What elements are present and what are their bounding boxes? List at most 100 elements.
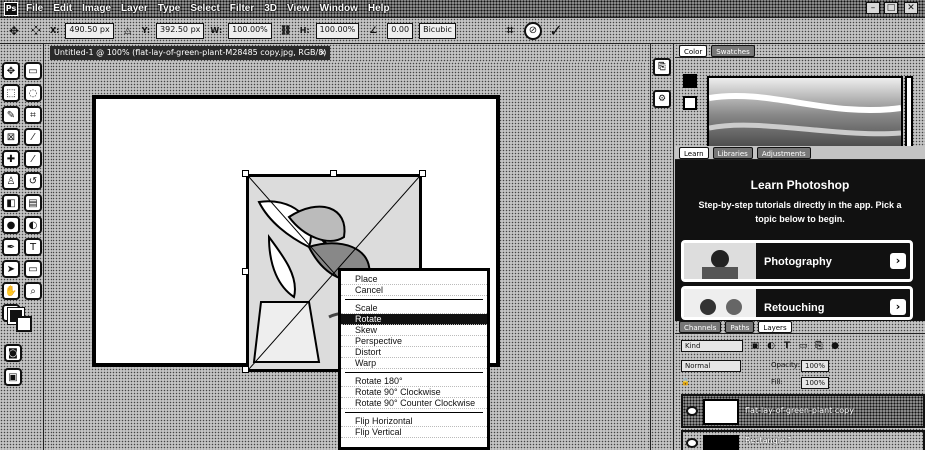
history-panel-icon[interactable]: ⎘ [653, 58, 671, 76]
tab-adjustments[interactable]: Adjustments [756, 147, 811, 159]
learn-card-photography[interactable]: Photography › [681, 240, 913, 282]
tab-learn[interactable]: Learn [679, 147, 709, 159]
properties-panel-icon[interactable]: ⚙ [653, 90, 671, 108]
shape-tool-icon[interactable]: ▭ [24, 260, 42, 278]
panel-background-swatch[interactable] [683, 96, 697, 110]
opacity-field[interactable]: 100% [801, 360, 830, 372]
filter-smart-object-icon[interactable]: ⎘ [811, 338, 827, 354]
quick-select-tool-icon[interactable]: ✎ [2, 106, 20, 124]
menu-item-scale[interactable]: Scale [341, 303, 487, 314]
hand-tool-icon[interactable]: ✋ [2, 282, 20, 300]
fill-field[interactable]: 100% [801, 377, 830, 389]
tab-libraries[interactable]: Libraries [712, 147, 753, 159]
blur-tool-icon[interactable]: ● [2, 216, 20, 234]
warp-icon[interactable]: ⌗ [502, 23, 518, 39]
document-tab[interactable]: Untitled-1 @ 100% (flat-lay-of-green-pla… [50, 46, 330, 60]
menu-item-skew[interactable]: Skew [341, 325, 487, 336]
filter-pixel-icon[interactable]: ▣ [747, 338, 763, 354]
menu-select[interactable]: Select [188, 3, 221, 14]
menu-image[interactable]: Image [80, 3, 113, 14]
menu-item-rotate-90-cw[interactable]: Rotate 90° Clockwise [341, 387, 487, 398]
menu-3d[interactable]: 3D [262, 3, 279, 14]
healing-tool-icon[interactable]: ✚ [2, 150, 20, 168]
move-tool-icon[interactable]: ✥ [2, 62, 20, 80]
history-brush-icon[interactable]: ↺ [24, 172, 42, 190]
menu-item-warp[interactable]: Warp [341, 358, 487, 369]
artboard-tool-icon[interactable]: ▭ [24, 62, 42, 80]
close-window-button[interactable]: ✕ [904, 2, 918, 14]
menu-item-cancel[interactable]: Cancel [341, 285, 487, 296]
filter-toggle-icon[interactable]: ● [827, 338, 843, 354]
menu-window[interactable]: Window [318, 3, 360, 14]
maximize-button[interactable]: □ [884, 2, 898, 14]
transform-handle-left[interactable] [242, 268, 249, 275]
transform-handle-bottom-left[interactable] [242, 366, 249, 373]
link-icon[interactable]: ⛓ [278, 23, 294, 39]
layer-row-selected[interactable]: flat-lay-of-green-plant copy [681, 394, 925, 428]
menu-item-rotate-180[interactable]: Rotate 180° [341, 376, 487, 387]
blend-mode-select[interactable]: Normal [681, 360, 741, 372]
y-field[interactable]: 392.50 px [156, 22, 205, 39]
transform-handle-top-left[interactable] [242, 170, 249, 177]
screen-mode-icon[interactable]: ▣ [4, 368, 22, 386]
crop-tool-icon[interactable]: ⌗ [24, 106, 42, 124]
tab-paths[interactable]: Paths [725, 321, 755, 333]
filter-type-icon[interactable]: T [779, 338, 795, 354]
type-tool-icon[interactable]: T [24, 238, 42, 256]
visibility-eye-icon[interactable] [686, 406, 698, 416]
width-field[interactable]: 100.00% [228, 22, 272, 39]
menu-item-distort[interactable]: Distort [341, 347, 487, 358]
marquee-tool-icon[interactable]: ⬚ [2, 84, 20, 102]
menu-help[interactable]: Help [366, 3, 392, 14]
move-tool-icon[interactable]: ✥ [6, 23, 22, 39]
path-select-tool-icon[interactable]: ➤ [2, 260, 20, 278]
eyedropper-tool-icon[interactable]: ⁄ [24, 128, 42, 146]
stamp-tool-icon[interactable]: ♙ [2, 172, 20, 190]
menu-item-flip-horizontal[interactable]: Flip Horizontal [341, 416, 487, 427]
commit-transform-icon[interactable]: ✓ [548, 21, 564, 40]
x-field[interactable]: 490.50 px [65, 22, 114, 39]
background-color[interactable] [16, 316, 32, 332]
learn-card-retouching[interactable]: Retouching › [681, 286, 913, 320]
layer-filter-kind[interactable]: Kind [681, 340, 743, 352]
transform-handle-top-right[interactable] [419, 170, 426, 177]
angle-field[interactable]: 0.00 [387, 22, 414, 39]
lasso-tool-icon[interactable]: ◌ [24, 84, 42, 102]
filter-shape-icon[interactable]: ▭ [795, 338, 811, 354]
reference-point-icon[interactable]: ⁘ [28, 23, 44, 39]
menu-type[interactable]: Type [156, 3, 183, 14]
menu-filter[interactable]: Filter [228, 3, 256, 14]
minimize-button[interactable]: – [866, 2, 880, 14]
quick-mask-icon[interactable]: ◙ [4, 344, 22, 362]
tab-channels[interactable]: Channels [679, 321, 722, 333]
menu-item-perspective[interactable]: Perspective [341, 336, 487, 347]
menu-layer[interactable]: Layer [119, 3, 150, 14]
panel-foreground-swatch[interactable] [683, 74, 697, 88]
height-field[interactable]: 100.00% [315, 22, 360, 39]
brush-tool-icon[interactable]: ⁄ [24, 150, 42, 168]
menu-file[interactable]: File [24, 3, 45, 14]
tab-layers[interactable]: Layers [758, 321, 792, 333]
delta-icon[interactable]: △ [120, 23, 136, 39]
menu-item-rotate-90-ccw[interactable]: Rotate 90° Counter Clockwise [341, 398, 487, 409]
menu-item-flip-vertical[interactable]: Flip Vertical [341, 427, 487, 438]
pen-tool-icon[interactable]: ✒ [2, 238, 20, 256]
gradient-tool-icon[interactable]: ▤ [24, 194, 42, 212]
menu-item-rotate[interactable]: Rotate [341, 314, 487, 325]
visibility-eye-icon[interactable] [686, 438, 698, 448]
menu-view[interactable]: View [285, 3, 312, 14]
eraser-tool-icon[interactable]: ◧ [2, 194, 20, 212]
menu-separator [345, 372, 483, 373]
transform-handle-top[interactable] [330, 170, 337, 177]
layer-row[interactable]: Rectangle 1 [681, 430, 925, 450]
frame-tool-icon[interactable]: ⊠ [2, 128, 20, 146]
cancel-transform-icon[interactable]: ⊘ [523, 21, 542, 40]
filter-adjustment-icon[interactable]: ◐ [763, 338, 779, 354]
menu-item-place[interactable]: Place [341, 274, 487, 285]
menu-edit[interactable]: Edit [51, 3, 74, 14]
close-tab-icon[interactable]: × [319, 46, 326, 60]
color-swatches[interactable] [4, 306, 40, 342]
interpolation-select[interactable]: Bicubic [419, 22, 456, 39]
dodge-tool-icon[interactable]: ◐ [24, 216, 42, 234]
zoom-tool-icon[interactable]: ⌕ [24, 282, 42, 300]
